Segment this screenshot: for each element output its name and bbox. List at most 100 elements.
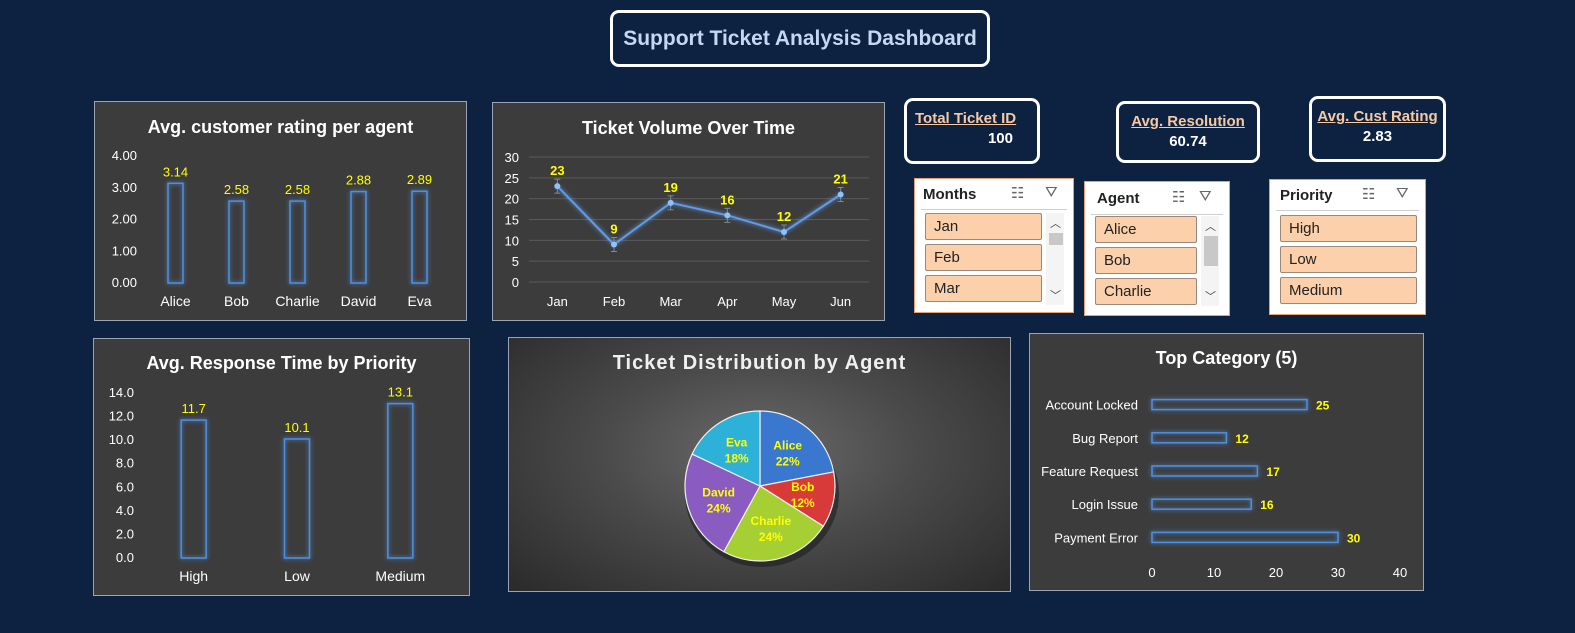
category-bar-bug-report — [1151, 432, 1228, 444]
pie-slice-percent: 22% — [776, 454, 800, 468]
response-xtick-label: High — [179, 568, 208, 584]
response-data-label: 13.1 — [388, 385, 413, 400]
rating-data-label: 3.14 — [163, 164, 188, 179]
volume-point-mar — [667, 199, 674, 206]
rating-ytick-label: 0.00 — [112, 275, 137, 290]
agent-scrollbar[interactable]: ︿ ﹀ — [1201, 216, 1219, 306]
rating-data-label: 2.89 — [407, 172, 432, 187]
category-ytick-label: Payment Error — [1054, 530, 1138, 545]
volume-chart-svg: 0 5 10 15 20 25 30 23 Jan 9 Feb 19 Mar 16 Apr 12 May 21 Ju… — [505, 150, 869, 309]
pie-chart-panel: Ticket Distribution by Agent Alice 22% Bob… — [508, 337, 1011, 592]
clear-filter-icon[interactable]: ⛛ — [1396, 185, 1409, 202]
months-slicer-header: Months — [923, 186, 977, 203]
slicer-item-low[interactable]: Low — [1280, 246, 1417, 273]
slicer-item-high[interactable]: High — [1280, 215, 1417, 242]
volume-point-jan — [554, 183, 561, 190]
response-ytick-label: 8.0 — [116, 456, 134, 471]
slicer-item-medium[interactable]: Medium — [1280, 277, 1417, 304]
category-data-label: 12 — [1235, 432, 1249, 446]
rating-chart-svg: 0.00 1.00 2.00 3.00 4.00 3.14 Alice 2.58 Bob 2.58… — [112, 148, 432, 309]
clear-filter-icon[interactable]: ⛛ — [1045, 184, 1058, 201]
pie-slice-label: Alice — [773, 438, 802, 452]
category-ytick-label: Feature Request — [1041, 464, 1138, 479]
response-ytick-label: 4.0 — [116, 503, 134, 518]
category-bar-account-locked — [1151, 398, 1308, 411]
response-chart-svg: 0.0 2.0 4.0 6.0 8.0 10.0 12.0 14.0 11.7 High 10.1 L… — [109, 385, 426, 584]
multi-select-icon[interactable]: ☷ — [1362, 185, 1375, 203]
category-ytick-label: Account Locked — [1045, 398, 1138, 413]
chevron-down-icon[interactable]: ﹀ — [1050, 287, 1061, 303]
pie-slice-label: Eva — [726, 435, 748, 449]
response-ytick-label: 2.0 — [116, 526, 134, 541]
volume-data-label: 9 — [610, 222, 617, 237]
chevron-up-icon[interactable]: ︿ — [1050, 215, 1061, 231]
slicer-item-charlie[interactable]: Charlie — [1095, 278, 1197, 305]
priority-slicer-header: Priority — [1280, 187, 1333, 204]
slicer-item-alice[interactable]: Alice — [1095, 216, 1197, 243]
pie-slice-percent: 24% — [707, 501, 731, 515]
volume-ytick-label: 0 — [512, 275, 519, 290]
kpi-avg-cust-rating-label: Avg. Cust Rating — [1317, 108, 1438, 125]
chevron-up-icon[interactable]: ︿ — [1205, 218, 1216, 234]
category-xtick-label: 10 — [1207, 565, 1221, 580]
multi-select-icon[interactable]: ☷ — [1011, 184, 1024, 202]
category-data-label: 25 — [1316, 399, 1330, 413]
slicer-divider — [921, 209, 1067, 210]
months-slicer: Months ☷ ⛛ Jan Feb Mar ︿ ﹀ — [914, 178, 1074, 313]
response-ytick-label: 14.0 — [109, 385, 134, 400]
rating-xtick-label: Bob — [224, 293, 249, 309]
category-xtick-label: 30 — [1331, 565, 1345, 580]
rating-bar-eva — [411, 190, 428, 284]
volume-ytick-label: 25 — [505, 171, 519, 186]
category-bar-payment-error — [1151, 531, 1339, 544]
volume-ytick-label: 10 — [505, 233, 519, 248]
kpi-total-ticket-value: 100 — [987, 130, 1013, 147]
volume-xtick-label: Apr — [717, 294, 738, 309]
volume-ytick-label: 15 — [505, 213, 519, 228]
rating-data-label: 2.58 — [285, 182, 310, 197]
agent-slicer: Agent ☷ ⛛ Alice Bob Charlie ︿ ﹀ — [1084, 181, 1230, 316]
scroll-thumb[interactable] — [1049, 233, 1063, 245]
rating-data-label: 2.88 — [346, 173, 371, 188]
slicer-item-feb[interactable]: Feb — [925, 244, 1042, 271]
volume-series-line — [556, 185, 842, 246]
response-bar-low — [283, 438, 311, 559]
slicer-item-jan[interactable]: Jan — [925, 213, 1042, 240]
volume-data-label: 16 — [720, 192, 734, 207]
category-bar-login-issue — [1151, 498, 1252, 510]
rating-ytick-label: 2.00 — [112, 212, 137, 227]
slicer-item-bob[interactable]: Bob — [1095, 247, 1197, 274]
category-data-label: 16 — [1260, 498, 1274, 512]
scroll-thumb[interactable] — [1204, 236, 1218, 266]
volume-data-label: 21 — [833, 172, 847, 187]
response-ytick-label: 12.0 — [109, 409, 134, 424]
pie-slice-percent: 18% — [725, 451, 749, 465]
rating-xtick-label: Charlie — [275, 293, 320, 309]
clear-filter-icon[interactable]: ⛛ — [1199, 188, 1212, 205]
slicer-divider — [1091, 214, 1223, 215]
multi-select-icon[interactable]: ☷ — [1172, 188, 1185, 206]
volume-xtick-label: Jun — [830, 294, 851, 309]
volume-ytick-label: 20 — [505, 192, 519, 207]
months-scrollbar[interactable]: ︿ ﹀ — [1046, 213, 1064, 305]
volume-xtick-label: Jan — [547, 294, 568, 309]
response-ytick-label: 0.0 — [116, 550, 134, 565]
rating-xtick-label: Alice — [160, 293, 191, 309]
category-data-label: 30 — [1347, 531, 1361, 545]
response-data-label: 10.1 — [284, 420, 309, 435]
volume-ytick-label: 5 — [512, 254, 519, 269]
volume-ytick-label: 30 — [505, 150, 519, 165]
category-xtick-label: 20 — [1269, 565, 1283, 580]
volume-xtick-label: Feb — [603, 294, 625, 309]
kpi-avg-resolution: Avg. Resolution 60.74 — [1116, 101, 1260, 163]
response-data-label: 11.7 — [181, 401, 205, 416]
chevron-down-icon[interactable]: ﹀ — [1205, 288, 1216, 304]
response-bar-high — [180, 419, 207, 559]
category-xtick-label: 0 — [1148, 565, 1155, 580]
slicer-item-mar[interactable]: Mar — [925, 275, 1042, 302]
volume-xtick-label: Mar — [659, 294, 682, 309]
kpi-avg-cust-rating-value: 2.83 — [1362, 128, 1393, 145]
rating-xtick-label: David — [341, 293, 377, 309]
volume-data-label: 23 — [550, 163, 564, 178]
volume-data-label: 19 — [663, 180, 677, 195]
